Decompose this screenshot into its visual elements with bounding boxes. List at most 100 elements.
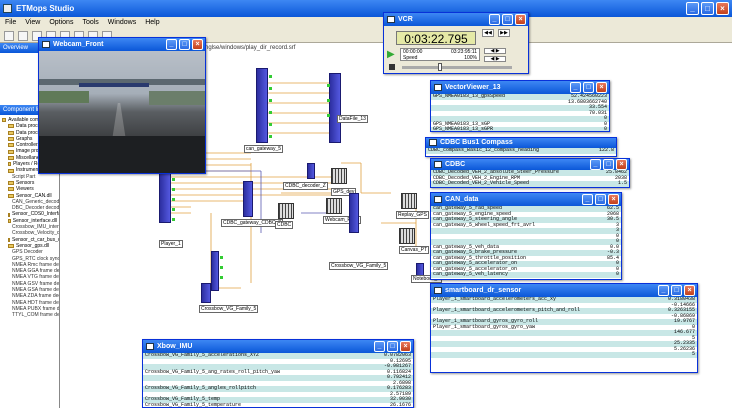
row-label: can_gateway_5_wheel_speed_frt_avrl	[433, 221, 536, 228]
open-icon[interactable]	[18, 31, 28, 41]
xbow-close-button[interactable]: ×	[400, 341, 411, 352]
vcr-title: VCR	[398, 16, 413, 23]
folder-icon	[8, 168, 14, 173]
vcr-step-fwd-button[interactable]: ▶▶	[498, 29, 510, 37]
webcam-close-button[interactable]: ×	[192, 39, 203, 50]
folder-icon	[8, 244, 14, 249]
vcr-step-back-button[interactable]: ◀◀	[482, 29, 494, 37]
vcr-window[interactable]: VCR _ □ × 0:03:22.795 ◀◀ ▶▶ ▶ 00:00:00 03:2…	[383, 12, 529, 74]
row-value: 1.5	[617, 180, 627, 186]
folder-icon	[8, 193, 14, 198]
cdbc-title: CDBC	[445, 161, 466, 168]
menu-tools[interactable]: Tools	[82, 17, 98, 29]
webcam-window[interactable]: Webcam_Front _ □ ×	[38, 37, 206, 174]
row-label: can_gateway_5_veh_latency	[433, 271, 509, 277]
table-row: CDBC_compass_Basic_12_compass_heading 122…	[426, 148, 616, 154]
can-close-button[interactable]: ×	[608, 194, 619, 205]
folder-icon	[8, 162, 12, 167]
vcr-next-button[interactable]: ◀ ▶	[484, 56, 506, 62]
row-label: Crossbow_VG_Family_5_angles_rollpitch	[145, 385, 257, 391]
vcr-maximize-button[interactable]: □	[502, 14, 513, 25]
smartboard-close-button[interactable]: ×	[684, 285, 695, 296]
vectorviewer-close-button[interactable]: ×	[596, 82, 607, 93]
xbow-imu-window[interactable]: Xbow_IMU _ □ × Crossbow_VG_Family_5_accele…	[142, 339, 414, 408]
can-data-window[interactable]: CAN_data _ □ × can_gateway_5_rad_speed 62.5…	[430, 192, 622, 280]
folder-icon	[8, 237, 10, 242]
vcr-close-button[interactable]: ×	[515, 14, 526, 25]
webcam-device[interactable]	[326, 198, 342, 214]
menu-bar: File View Options Tools Windows Help	[0, 17, 732, 29]
close-button[interactable]: ×	[716, 2, 729, 15]
cdbc-window[interactable]: CDBC _ □ × CDBC_Decoded_VEH_2_absolute_Ste…	[430, 158, 630, 188]
menu-help[interactable]: Help	[145, 17, 159, 29]
can-data-title: CAN_data	[445, 196, 479, 203]
webcam-minimize-button[interactable]: _	[166, 39, 177, 50]
menu-options[interactable]: Options	[49, 17, 73, 29]
crossbow-play-label: Crossbow_VG_Family_5	[329, 262, 389, 270]
webcam-maximize-button[interactable]: □	[179, 39, 190, 50]
webcam-window-title: Webcam_Front	[53, 41, 104, 48]
vcr-speed-label: Speed	[403, 55, 418, 61]
ctrl-device[interactable]	[399, 228, 415, 244]
can-gateway-label: can_gateway_5	[244, 145, 284, 153]
vcr-timeline-slider[interactable]	[402, 63, 512, 71]
row-value: 122.8	[598, 148, 614, 153]
cdbc-close-button[interactable]: ×	[616, 159, 627, 170]
tree-item[interactable]: TTYL_COM frame decoder	[2, 312, 59, 318]
row-value: 26.1676	[389, 401, 411, 407]
menu-view[interactable]: View	[25, 17, 40, 29]
xbow-block[interactable]	[201, 283, 211, 303]
menu-file[interactable]: File	[5, 17, 16, 29]
menu-windows[interactable]: Windows	[108, 17, 136, 29]
crossbow-block[interactable]	[349, 193, 359, 233]
cdbc-compass-window[interactable]: CDBC Bus1 Compass CDBC_compass_Basic_12_…	[425, 137, 617, 157]
minimize-button[interactable]: _	[686, 2, 699, 15]
cdbc-gateway-label: CDBC_gateway_CDBC_3	[221, 219, 284, 227]
row-label: GPS_NMEA0183_13_sGPR	[433, 126, 494, 131]
vcr-stop-icon[interactable]	[389, 64, 395, 70]
xbow-minimize-button[interactable]: _	[374, 341, 385, 352]
row-label: Player_1_smartboard_accelerometers_acc_x…	[433, 297, 557, 302]
vcr-prev-button[interactable]: ◀ ▶	[484, 48, 506, 54]
smartboard-minimize-button[interactable]: _	[658, 285, 669, 296]
xbow-maximize-button[interactable]: □	[387, 341, 398, 352]
table-row: CDBC_Decoded_VEH_2_Vehicle_Speed 1.5	[431, 180, 629, 187]
smartboard-window[interactable]: smartboard_dr_sensor _ □ × Player_1_smartb…	[430, 283, 698, 373]
vcr-speed-value: 100%	[464, 55, 477, 61]
maximize-button[interactable]: □	[701, 2, 714, 15]
vcr-time-display: 0:03:22.795	[396, 31, 476, 46]
new-icon[interactable]	[4, 31, 14, 41]
can-maximize-button[interactable]: □	[595, 194, 606, 205]
cdbc-decoder-label: CDBC_decoder_Z	[283, 182, 328, 190]
row-label: CDBC_Decoded_VEH_2_Vehicle_Speed	[433, 180, 530, 186]
player-label: Player_1	[159, 240, 183, 248]
row-label: Crossbow_VG_Family_5_ang_rates_roll_pitc…	[145, 368, 281, 375]
folder-icon	[8, 130, 14, 135]
app-titlebar: ETMops Studio _ □ ×	[0, 0, 732, 17]
can-minimize-button[interactable]: _	[582, 194, 593, 205]
vectorviewer-maximize-button[interactable]: □	[583, 82, 594, 93]
vcr-play-icon[interactable]: ▶	[387, 49, 395, 60]
table-row: 5	[431, 351, 697, 358]
can-dev-block[interactable]	[327, 73, 341, 143]
folder-icon	[8, 149, 14, 154]
xbow-decoder-block[interactable]	[211, 251, 223, 291]
cdbc-decoder-block[interactable]	[307, 163, 315, 179]
vectorviewer-window[interactable]: VectorViewer_13 _ □ × GPS_NMEA0183_13_gpsS…	[430, 80, 610, 132]
notebook-device[interactable]	[278, 203, 294, 219]
app-title: ETMops Studio	[16, 4, 75, 13]
folder-icon	[8, 124, 14, 129]
folder-icon	[8, 181, 14, 186]
cdbc-minimize-button[interactable]: _	[590, 159, 601, 170]
gps-dev-device[interactable]	[331, 168, 347, 184]
vectorviewer-minimize-button[interactable]: _	[570, 82, 581, 93]
replay-gps-device[interactable]	[401, 193, 417, 209]
vcr-minimize-button[interactable]: _	[489, 14, 500, 25]
folder-icon	[8, 218, 11, 223]
replay-gps-label: Replay_GPS	[396, 211, 429, 219]
cdbc-maximize-button[interactable]: □	[603, 159, 614, 170]
smartboard-maximize-button[interactable]: □	[671, 285, 682, 296]
webcam-video-frame	[39, 51, 205, 173]
cdbc-gateway-block[interactable]	[243, 181, 253, 217]
can-gateway-block[interactable]	[256, 68, 272, 143]
